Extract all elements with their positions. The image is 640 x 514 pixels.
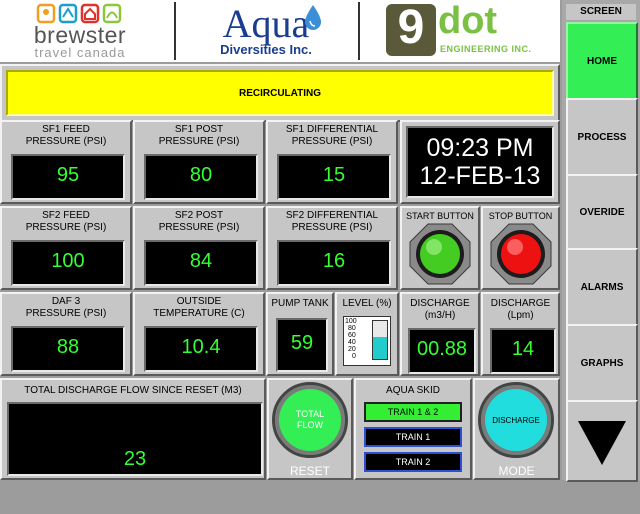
sf2-post-pressure-value: 84 (144, 240, 258, 286)
total-flow-reset-button[interactable]: TOTAL FLOW (272, 382, 348, 458)
aqua-skid-label: AQUA SKID (386, 385, 440, 396)
total-flow-reset-panel: TOTAL FLOW RESET (267, 378, 353, 480)
ninedot-digit-text: 9 (397, 1, 425, 54)
stop-button-label: STOP BUTTON (488, 211, 553, 221)
status-banner: RECIRCULATING (6, 70, 554, 116)
panel-label: SF1 DIFFERENTIAL PRESSURE (PSI) (285, 124, 379, 147)
panel-label: SF1 POST PRESSURE (PSI) (158, 124, 240, 147)
level-fill (373, 336, 387, 359)
outside-temperature-value: 10.4 (144, 326, 258, 372)
aqua-skid-panel: AQUA SKID TRAIN 1 & 2 TRAIN 1 TRAIN 2 (354, 378, 472, 480)
level-tick: 100 (345, 318, 357, 325)
status-banner-frame: RECIRCULATING (0, 64, 560, 122)
pump-tank-panel: PUMP TANK 59 (266, 292, 334, 376)
level-gauge: 100 80 60 40 20 0 (343, 316, 391, 366)
status-text: RECIRCULATING (238, 87, 322, 99)
train-1-button[interactable]: TRAIN 1 (364, 427, 462, 447)
sf1-differential-pressure-panel: SF1 DIFFERENTIAL PRESSURE (PSI) 15 (266, 120, 398, 204)
level-panel: LEVEL (%) 100 80 60 40 20 0 (335, 292, 399, 376)
start-button[interactable] (408, 222, 472, 286)
panel-label: SF1 FEED PRESSURE (PSI) (25, 124, 107, 147)
discharge-button-label: DISCHARGE (492, 415, 540, 425)
sidebar-item-process[interactable]: PROCESS (566, 98, 638, 176)
sf2-post-pressure-panel: SF2 POST PRESSURE (PSI) 84 (133, 206, 265, 290)
ninedot-logo: 9 dot ENGINEERING INC. (380, 0, 550, 62)
panel-label: SF2 FEED PRESSURE (PSI) (25, 210, 107, 233)
level-tick: 0 (352, 353, 356, 360)
clock-date: 12-FEB-13 (419, 162, 541, 190)
sf2-feed-pressure-value: 100 (11, 240, 125, 286)
level-tank (372, 320, 388, 360)
panel-label: DISCHARGE (Lpm) (490, 298, 551, 321)
sf1-post-pressure-value: 80 (144, 154, 258, 200)
sf1-post-pressure-panel: SF1 POST PRESSURE (PSI) 80 (133, 120, 265, 204)
brewster-sub: travel canada (34, 45, 126, 60)
daf3-pressure-panel: DAF 3 PRESSURE (PSI) 88 (0, 292, 132, 376)
discharge-lpm-value: 14 (490, 328, 556, 374)
down-triangle-icon (578, 421, 626, 465)
panel-label: TOTAL DISCHARGE FLOW SINCE RESET (M3) (24, 385, 242, 396)
clock-panel: 09:23 PM 12-FEB-13 (400, 120, 560, 204)
total-flow-button-label: TOTAL FLOW (295, 409, 325, 430)
sidebar-item-overide[interactable]: OVERIDE (566, 174, 638, 250)
sf2-differential-pressure-panel: SF2 DIFFERENTIAL PRESSURE (PSI) 16 (266, 206, 398, 290)
sidebar-header: SCREEN (566, 4, 636, 20)
stop-button-panel: STOP BUTTON (481, 206, 560, 290)
logo-divider (358, 2, 360, 60)
start-button-panel: START BUTTON (400, 206, 480, 290)
level-tick: 20 (348, 346, 356, 353)
train-2-button[interactable]: TRAIN 2 (364, 452, 462, 472)
aqua-name: Aqua (222, 1, 310, 46)
level-tick: 80 (348, 325, 356, 332)
sf1-differential-pressure-value: 15 (277, 154, 391, 200)
daf3-pressure-value: 88 (11, 326, 125, 372)
sidebar-item-alarms[interactable]: ALARMS (566, 248, 638, 326)
discharge-m3h-panel: DISCHARGE (m3/H) 00.88 (400, 292, 480, 376)
logo-bar: brewster travel canada Aqua Diversities … (0, 0, 560, 62)
sidebar-item-graphs[interactable]: GRAPHS (566, 324, 638, 402)
reset-caption: RESET (289, 464, 330, 478)
aqua-logo: Aqua Diversities Inc. (176, 0, 356, 62)
panel-label: DISCHARGE (m3/H) (410, 298, 470, 321)
outside-temperature-panel: OUTSIDE TEMPERATURE (C) 10.4 (133, 292, 265, 376)
stop-button[interactable] (489, 222, 553, 286)
clock-display: 09:23 PM 12-FEB-13 (406, 126, 554, 198)
sf2-feed-pressure-panel: SF2 FEED PRESSURE (PSI) 100 (0, 206, 132, 290)
sf2-differential-pressure-value: 16 (277, 240, 391, 286)
discharge-m3h-value: 00.88 (408, 328, 476, 374)
total-discharge-flow-value: 23 (7, 402, 263, 476)
train-1-and-2-button[interactable]: TRAIN 1 & 2 (364, 402, 462, 422)
pump-tank-value: 59 (276, 318, 328, 372)
panel-label: DAF 3 PRESSURE (PSI) (25, 296, 107, 319)
level-tick: 40 (348, 339, 356, 346)
panel-label: SF2 POST PRESSURE (PSI) (158, 210, 240, 233)
start-button-label: START BUTTON (406, 211, 474, 221)
mode-caption: MODE (498, 464, 535, 478)
panel-label: PUMP TANK (271, 298, 329, 309)
discharge-mode-panel: DISCHARGE MODE (473, 378, 560, 480)
panel-label: OUTSIDE TEMPERATURE (C) (153, 296, 245, 319)
aqua-sub: Diversities Inc. (220, 42, 312, 57)
sf1-feed-pressure-panel: SF1 FEED PRESSURE (PSI) 95 (0, 120, 132, 204)
discharge-lpm-panel: DISCHARGE (Lpm) 14 (481, 292, 560, 376)
sidebar-next-button[interactable] (566, 400, 638, 482)
discharge-mode-button[interactable]: DISCHARGE (478, 382, 554, 458)
ninedot-word: dot (438, 0, 498, 42)
panel-label: SF2 DIFFERENTIAL PRESSURE (PSI) (285, 210, 379, 233)
ninedot-sub: ENGINEERING INC. (440, 44, 532, 54)
clock-time: 09:23 PM (426, 134, 534, 162)
brewster-logo: brewster travel canada (0, 0, 160, 62)
sf1-feed-pressure-value: 95 (11, 154, 125, 200)
sidebar-item-home[interactable]: HOME (566, 22, 638, 100)
level-tick: 60 (348, 332, 356, 339)
total-discharge-flow-panel: TOTAL DISCHARGE FLOW SINCE RESET (M3) 23 (0, 378, 266, 480)
water-drop-icon (302, 3, 324, 31)
panel-label: LEVEL (%) (342, 298, 392, 309)
